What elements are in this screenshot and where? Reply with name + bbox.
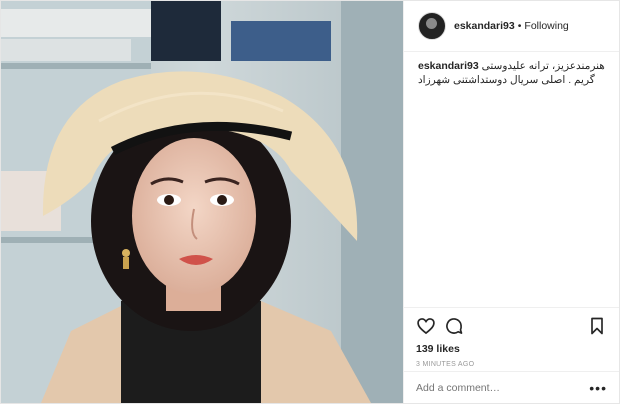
heart-icon[interactable] xyxy=(416,316,436,336)
comment-input[interactable] xyxy=(416,382,590,394)
post-sidebar: eskandari93 • Following eskandari93 هنرم… xyxy=(403,1,619,403)
portrait-image xyxy=(1,1,403,403)
username-link[interactable]: eskandari93 xyxy=(454,20,515,32)
separator-dot: • xyxy=(517,20,522,32)
avatar[interactable] xyxy=(418,12,446,40)
more-options-icon[interactable]: ••• xyxy=(589,381,607,395)
action-bar: 139 likes 3 MINUTES AGO xyxy=(404,307,619,368)
post-timestamp: 3 MINUTES AGO xyxy=(416,361,475,368)
comment-box: ••• xyxy=(404,371,619,404)
bookmark-icon[interactable] xyxy=(587,316,607,336)
comment-icon[interactable] xyxy=(444,316,464,336)
caption: eskandari93 هنرمندعزیز، ترانه علیدوستی گ… xyxy=(404,52,619,94)
instagram-post: eskandari93 • Following eskandari93 هنرم… xyxy=(0,0,620,404)
caption-username[interactable]: eskandari93 xyxy=(418,60,479,72)
following-button[interactable]: Following xyxy=(524,20,568,32)
post-header: eskandari93 • Following xyxy=(404,1,619,52)
likes-count[interactable]: 139 likes xyxy=(416,343,607,355)
post-photo[interactable] xyxy=(1,1,403,403)
